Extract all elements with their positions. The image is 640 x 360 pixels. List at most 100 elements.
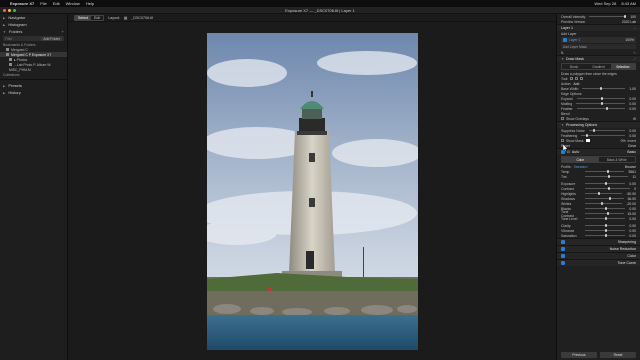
- menu-app-name[interactable]: Exposure X7: [10, 1, 34, 6]
- slider-knob[interactable]: [599, 87, 602, 90]
- auto-button[interactable]: Auto: [572, 150, 579, 154]
- slider-knob[interactable]: [605, 234, 608, 237]
- edit-mode-button[interactable]: Edit: [91, 16, 103, 20]
- add-icon[interactable]: +: [62, 29, 64, 34]
- draw-mask-header[interactable]: ▼ Draw Mask ⤢: [557, 55, 640, 62]
- matting-slider[interactable]: [576, 102, 626, 105]
- expand-value[interactable]: 0.00: [629, 97, 636, 101]
- add-folder-button[interactable]: Add Folder: [41, 36, 62, 41]
- menu-help[interactable]: Help: [86, 1, 94, 6]
- slider-knob[interactable]: [605, 107, 608, 110]
- show-mask-checkbox[interactable]: [561, 139, 564, 142]
- suppress-noise-slider[interactable]: [588, 129, 626, 132]
- histogram-header[interactable]: ▶ Histogram: [0, 21, 67, 28]
- reset-button[interactable]: Reset: [600, 352, 636, 358]
- navigator-header[interactable]: ▶ Navigator: [0, 14, 67, 21]
- panel-toggle-icon[interactable]: [561, 254, 565, 258]
- menu-file[interactable]: File: [40, 1, 46, 6]
- action-select[interactable]: Add: [573, 82, 579, 86]
- suppress-noise-value[interactable]: 0.00: [629, 129, 636, 133]
- feathering-slider[interactable]: [581, 134, 626, 137]
- section-header-color[interactable]: Color: [557, 252, 640, 259]
- brush-icon[interactable]: ✎: [633, 51, 636, 55]
- show-overlays-row[interactable]: Show Overlays ⚙: [557, 116, 640, 121]
- slider-track[interactable]: [585, 202, 623, 205]
- tab-color[interactable]: Color: [562, 157, 599, 162]
- slider-track[interactable]: [585, 224, 626, 227]
- slider-value[interactable]: -20.00: [626, 202, 636, 206]
- slider-value[interactable]: 0: [634, 187, 636, 191]
- slider-value[interactable]: 0.00: [629, 182, 636, 186]
- folders-header[interactable]: ▼ Folders +: [0, 28, 67, 35]
- slider-value[interactable]: 0.00: [629, 224, 636, 228]
- swap-icon[interactable]: ⇅: [561, 51, 564, 55]
- section-header-tone-curve[interactable]: Tone Curve: [557, 259, 640, 266]
- layer-opacity[interactable]: 100%: [625, 38, 634, 42]
- expand-icon[interactable]: ⤢: [633, 57, 636, 61]
- slider-knob[interactable]: [605, 224, 608, 227]
- slider-knob[interactable]: [607, 212, 610, 215]
- slider-track[interactable]: [585, 197, 624, 200]
- tab-brush[interactable]: Brush: [562, 64, 586, 69]
- panel-toggle-icon[interactable]: [561, 240, 565, 244]
- history-header[interactable]: ▶ History: [0, 89, 67, 96]
- show-overlays-checkbox[interactable]: [561, 117, 564, 120]
- overall-intensity-value[interactable]: 100: [630, 15, 636, 19]
- processing-options-header[interactable]: ▼ Processing Options: [557, 121, 640, 128]
- slider-knob[interactable]: [605, 207, 608, 210]
- base-width-value[interactable]: 1.00: [629, 87, 636, 91]
- profile-select[interactable]: Standard: [574, 165, 588, 169]
- preview-version-select[interactable]: 2022 Lab: [622, 20, 636, 24]
- basic-header[interactable]: ⏻ Auto Basic: [557, 148, 640, 155]
- menu-edit[interactable]: Edit: [53, 1, 60, 6]
- slider-value[interactable]: 5561: [628, 170, 636, 174]
- slider-track[interactable]: [585, 207, 626, 210]
- slider-track[interactable]: [585, 217, 626, 220]
- tab-selection[interactable]: Selection: [610, 64, 635, 69]
- slider-knob[interactable]: [598, 192, 601, 195]
- grid-icon[interactable]: ▦: [124, 16, 127, 20]
- feather-slider[interactable]: [576, 107, 626, 110]
- layer-item[interactable]: Layer 1 100%: [561, 37, 636, 43]
- slider-track[interactable]: [585, 192, 623, 195]
- slider-track[interactable]: [585, 229, 626, 232]
- section-header-sharpening[interactable]: Sharpening: [557, 238, 640, 245]
- feather-value[interactable]: 0.00: [629, 107, 636, 111]
- slider-track[interactable]: [585, 182, 626, 185]
- matting-value[interactable]: 0.00: [629, 102, 636, 106]
- slider-value[interactable]: 36.00: [628, 197, 637, 201]
- slider-track[interactable]: [585, 170, 625, 173]
- slider-knob[interactable]: [607, 175, 610, 178]
- mask-color-swatch[interactable]: [585, 139, 590, 142]
- layers-header[interactable]: Layer 1 ⌄: [557, 24, 640, 31]
- slider-track[interactable]: [585, 212, 624, 215]
- show-mask-value[interactable]: 0%: [621, 139, 626, 143]
- folder-filter-input[interactable]: Filter Add Folder: [3, 36, 64, 41]
- slider-track[interactable]: [585, 187, 631, 190]
- lighthouse-photo[interactable]: [207, 33, 418, 350]
- slider-track[interactable]: [585, 175, 629, 178]
- slider-value[interactable]: -50.00: [626, 192, 636, 196]
- tab-gradient[interactable]: Gradient: [586, 64, 610, 69]
- slider-value[interactable]: 0.00: [629, 234, 636, 238]
- polygon-tool-icon[interactable]: [575, 77, 579, 80]
- slider-value[interactable]: 0.00: [629, 217, 636, 221]
- slider-knob[interactable]: [600, 97, 603, 100]
- slider-value[interactable]: 11: [632, 175, 636, 179]
- slider-knob[interactable]: [607, 187, 610, 190]
- add-layer-row[interactable]: Add Layer: [557, 31, 640, 36]
- slider-value[interactable]: 0.00: [629, 207, 636, 211]
- base-width-slider[interactable]: [582, 87, 626, 90]
- overlay-options-icon[interactable]: ⚙: [633, 117, 636, 121]
- slider-knob[interactable]: [585, 134, 588, 137]
- slider-knob[interactable]: [605, 229, 608, 232]
- add-layer-mask-button[interactable]: Add Layer Mask: [561, 44, 636, 49]
- menu-window[interactable]: Window: [66, 1, 80, 6]
- slider-knob[interactable]: [592, 129, 595, 132]
- slider-knob[interactable]: [608, 197, 611, 200]
- expand-slider[interactable]: [576, 97, 626, 100]
- mask-clear-button[interactable]: Clear: [628, 144, 636, 148]
- feathering-value[interactable]: 0.00: [629, 134, 636, 138]
- collections-label[interactable]: Collections: [0, 72, 67, 77]
- slider-knob[interactable]: [606, 170, 609, 173]
